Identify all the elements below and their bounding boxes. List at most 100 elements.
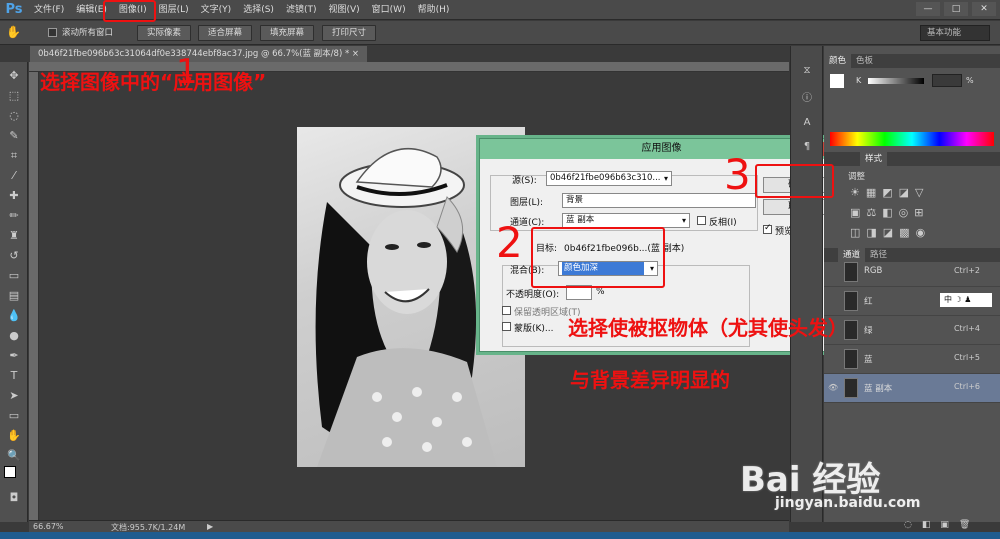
minimize-button[interactable]: — <box>916 2 940 16</box>
annotation-box-blending <box>531 227 665 288</box>
blur-tool-icon[interactable]: 💧 <box>6 308 22 324</box>
channel-row-green[interactable]: 绿 Ctrl+4 <box>824 316 1000 345</box>
character-panel-icon[interactable]: A <box>800 116 814 130</box>
tab-styles[interactable]: 样式 <box>860 152 888 166</box>
marquee-tool-icon[interactable]: ⬚ <box>6 88 22 104</box>
channel-name: RGB <box>864 266 883 276</box>
print-size-button[interactable]: 打印尺寸 <box>322 25 376 41</box>
maximize-button[interactable]: □ <box>944 2 968 16</box>
quick-mask-icon[interactable]: ◘ <box>6 490 22 506</box>
channel-name: 蓝 副本 <box>864 384 893 394</box>
adjustments-label: 调整 <box>848 172 866 182</box>
channel-select[interactable]: 蓝 副本 ▾ <box>562 213 690 228</box>
annotation-step-2: 2 <box>496 218 523 267</box>
history-brush-tool-icon[interactable]: ↺ <box>6 248 22 264</box>
zoom-level[interactable]: 66.67% <box>33 522 64 531</box>
invert-label: 反相(I) <box>709 218 737 228</box>
paragraph-panel-icon[interactable]: ¶ <box>800 140 814 154</box>
tab-adjustments-empty[interactable] <box>850 152 860 166</box>
photoshop-logo: Ps <box>5 2 23 17</box>
path-select-tool-icon[interactable]: ➤ <box>6 388 22 404</box>
channel-row-blue[interactable]: 蓝 Ctrl+5 <box>824 345 1000 374</box>
source-label: 源(S): <box>512 176 537 186</box>
adjustment-icons-row-2[interactable]: ▣⚖◧◎⊞ <box>850 206 929 219</box>
mask-label: 蒙版(K)... <box>514 324 554 334</box>
quick-select-tool-icon[interactable]: ✎ <box>6 128 22 144</box>
channel-row-red[interactable]: 红 中 ☽ ♟ <box>824 287 1000 316</box>
baidu-jingyan-logo: Bai 经验 <box>740 460 881 500</box>
channel-name: 绿 <box>864 326 873 336</box>
channel-thumbnail <box>844 378 858 398</box>
brush-tool-icon[interactable]: ✏ <box>6 208 22 224</box>
history-panel-icon[interactable]: ⧖ <box>800 64 814 78</box>
menu-type[interactable]: 文字(Y) <box>195 0 238 20</box>
vertical-ruler <box>29 72 39 520</box>
adjustment-icons-row-1[interactable]: ☀▦◩◪▽ <box>850 186 930 199</box>
menu-layer[interactable]: 图层(L) <box>153 0 195 20</box>
dialog-title-bar[interactable]: 应用图像 ✕ <box>480 139 843 159</box>
close-window-button[interactable]: ✕ <box>972 2 996 16</box>
menu-select[interactable]: 选择(S) <box>237 0 280 20</box>
toolbox: ✥ ⬚ ◌ ✎ ⌗ ⁄ ✚ ✏ ♜ ↺ ▭ ▤ 💧 ● ✒ T ➤ ▭ ✋ 🔍 … <box>0 62 28 522</box>
channel-row-rgb[interactable]: RGB Ctrl+2 <box>824 258 1000 287</box>
dodge-tool-icon[interactable]: ● <box>6 328 22 344</box>
info-panel-icon[interactable]: ⓘ <box>800 92 814 106</box>
eye-icon[interactable]: 👁 <box>828 383 838 392</box>
crop-tool-icon[interactable]: ⌗ <box>6 148 22 164</box>
watermark-url: jingyan.baidu.com <box>775 495 921 511</box>
workspace-select[interactable]: 基本功能 <box>920 25 990 41</box>
menu-help[interactable]: 帮助(H) <box>412 0 456 20</box>
k-slider[interactable] <box>868 78 924 84</box>
fill-screen-button[interactable]: 填充屏幕 <box>260 25 314 41</box>
preview-checkbox[interactable] <box>763 223 772 234</box>
menu-file[interactable]: 文件(F) <box>28 0 70 20</box>
channel-row-blue-copy[interactable]: 👁 蓝 副本 Ctrl+6 <box>824 374 1000 403</box>
zoom-tool-icon[interactable]: 🔍 <box>6 448 22 464</box>
preserve-transparency-checkbox[interactable] <box>502 306 511 315</box>
type-tool-icon[interactable]: T <box>6 368 22 384</box>
panel-dock-strip: ⧖ ⓘ A ¶ <box>790 46 823 522</box>
healing-tool-icon[interactable]: ✚ <box>6 188 22 204</box>
color-spectrum-bar[interactable] <box>830 132 994 146</box>
hand-tool-icon[interactable]: ✋ <box>6 428 22 444</box>
shape-tool-icon[interactable]: ▭ <box>6 408 22 424</box>
layer-label: 图层(L): <box>510 198 544 208</box>
lasso-tool-icon[interactable]: ◌ <box>6 108 22 124</box>
stamp-tool-icon[interactable]: ♜ <box>6 228 22 244</box>
menu-window[interactable]: 窗口(W) <box>366 0 412 20</box>
annotation-box-ok <box>755 164 834 198</box>
k-value-field[interactable] <box>932 74 962 87</box>
menu-view[interactable]: 视图(V) <box>322 0 365 20</box>
channel-shortcut: Ctrl+4 <box>953 324 980 333</box>
channel-actions[interactable]: ◌◧▣🗑 <box>904 520 980 530</box>
source-value: 0b46f21fbe096b63c310... <box>550 173 661 183</box>
mask-checkbox[interactable] <box>502 322 511 331</box>
eraser-tool-icon[interactable]: ▭ <box>6 268 22 284</box>
channel-shortcut: Ctrl+6 <box>953 382 980 391</box>
document-tab[interactable]: 0b46f21fbe096b63c31064df0e338744ebf8ac37… <box>30 46 368 62</box>
foreground-color-chip[interactable] <box>830 74 844 88</box>
annotation-step-1-text: 选择图像中的“应用图像” <box>40 70 267 94</box>
tab-swatches[interactable]: 色板 <box>851 54 878 68</box>
scroll-all-checkbox[interactable] <box>48 28 57 37</box>
adjustment-icons-row-3[interactable]: ◫◨◪▩◉ <box>850 226 931 239</box>
channel-shortcut: Ctrl+2 <box>953 266 980 275</box>
chevron-down-icon: ▾ <box>681 216 686 225</box>
pen-tool-icon[interactable]: ✒ <box>6 348 22 364</box>
gradient-tool-icon[interactable]: ▤ <box>6 288 22 304</box>
layer-value: 背景 <box>566 195 584 205</box>
ime-widget[interactable]: 中 ☽ ♟ <box>940 293 992 307</box>
fit-screen-button[interactable]: 适合屏幕 <box>198 25 252 41</box>
menu-filter[interactable]: 滤镜(T) <box>280 0 323 20</box>
dialog-title: 应用图像 <box>641 143 682 154</box>
foreground-color-swatch[interactable] <box>4 466 16 478</box>
actual-pixels-button[interactable]: 实际像素 <box>137 25 191 41</box>
move-tool-icon[interactable]: ✥ <box>6 68 22 84</box>
source-select[interactable]: 0b46f21fbe096b63c310... ▾ <box>546 171 672 186</box>
tab-color[interactable]: 颜色 <box>824 54 852 68</box>
eyedropper-tool-icon[interactable]: ⁄ <box>6 168 22 184</box>
hand-tool-icon[interactable]: ✋ <box>6 25 21 39</box>
opacity-label: 不透明度(O): <box>506 290 560 300</box>
status-arrow-icon[interactable]: ▶ <box>207 522 213 531</box>
invert-checkbox[interactable] <box>697 216 706 225</box>
